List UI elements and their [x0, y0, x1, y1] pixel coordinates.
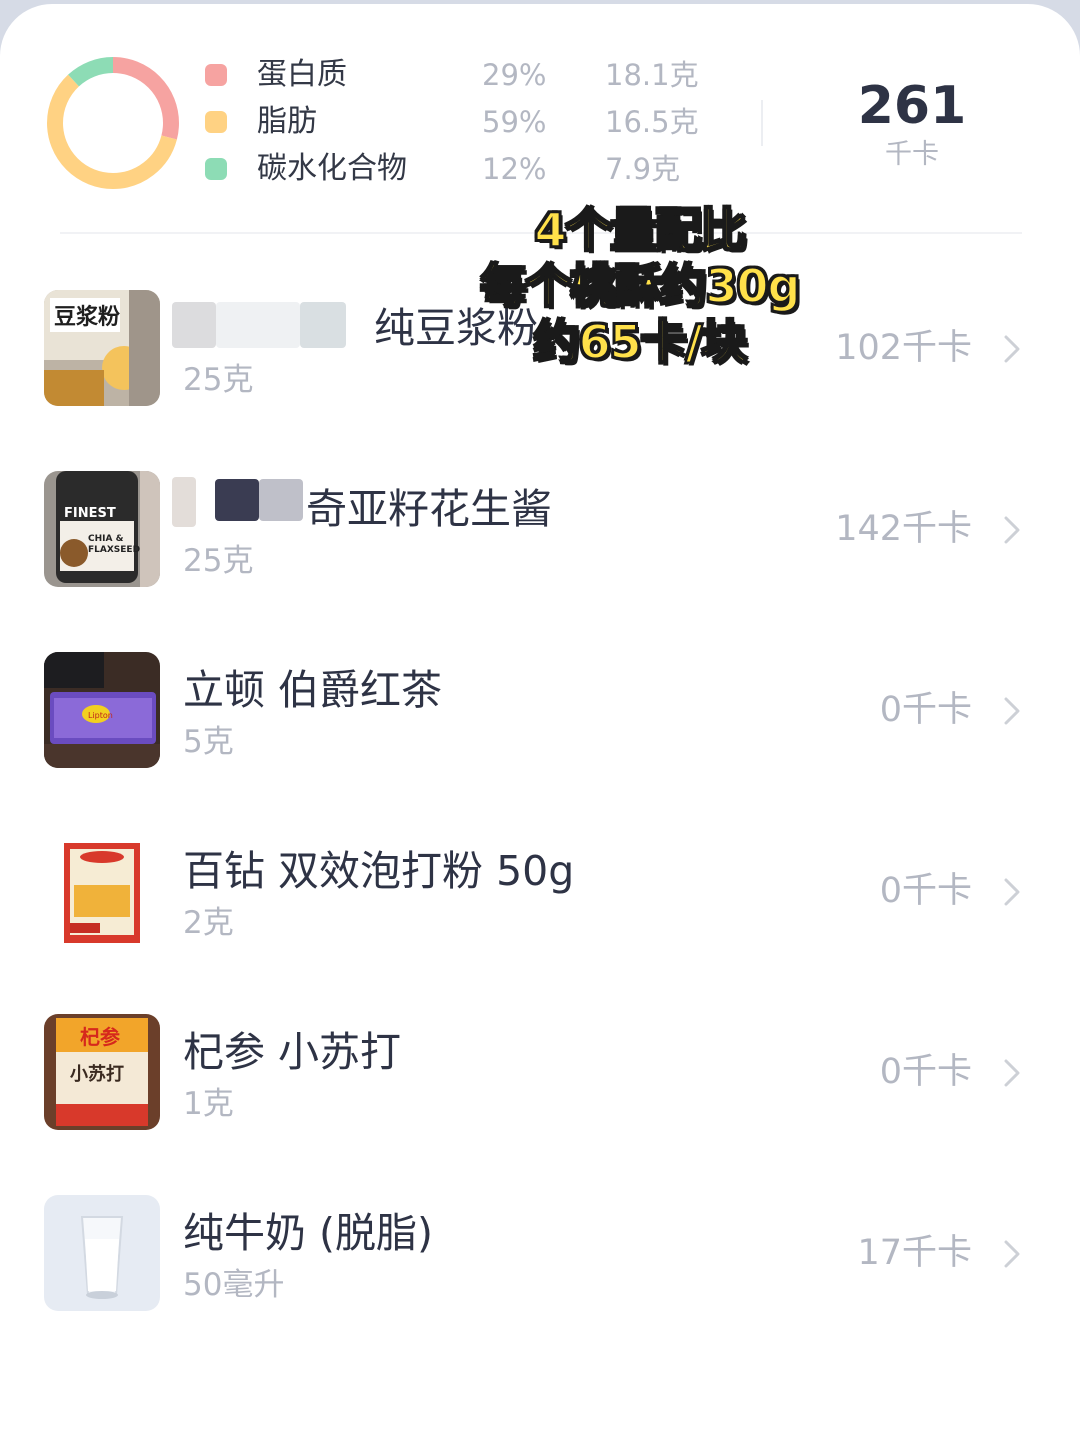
macro-grams: 16.5克	[605, 105, 699, 139]
svg-text:FINEST: FINEST	[64, 506, 116, 521]
food-amount: 50毫升	[183, 1267, 285, 1303]
food-calories: 17千卡	[857, 1233, 972, 1273]
food-item-baking-powder[interactable]: 百钻 双效泡打粉 50g 2克 0千卡	[0, 833, 1080, 1013]
chevron-right-icon	[1004, 697, 1020, 725]
macro-row-carbs: 碳水化合物 12% 7.9克	[205, 150, 705, 190]
caption-line: 每个桃酥约30g	[480, 258, 802, 314]
summary-divider	[761, 100, 763, 146]
macro-donut-chart	[47, 57, 179, 189]
food-amount: 25克	[183, 362, 254, 398]
macro-row-protein: 蛋白质 29% 18.1克	[205, 56, 705, 96]
food-amount: 1克	[183, 1086, 234, 1122]
svg-text:杞参: 杞参	[80, 1025, 120, 1049]
food-item-baking-soda[interactable]: 杞参 小苏打 杞参 小苏打 1克 0千卡	[0, 1014, 1080, 1194]
macro-name: 蛋白质	[257, 57, 347, 92]
food-amount: 5克	[183, 724, 234, 760]
macro-name: 脂肪	[257, 104, 317, 139]
baking-powder-packet-photo-icon	[44, 833, 160, 949]
macro-percent: 12%	[482, 152, 547, 186]
macro-percent: 29%	[482, 58, 547, 92]
baking-soda-packet-photo-icon: 杞参 小苏打	[44, 1014, 160, 1130]
macro-grams: 7.9克	[605, 152, 681, 186]
food-calories: 102千卡	[835, 328, 972, 368]
blurred-brand	[172, 302, 216, 348]
chevron-right-icon	[1004, 1059, 1020, 1087]
total-calories-value: 261	[857, 76, 967, 136]
food-calories: 0千卡	[879, 871, 972, 911]
milk-glass-photo-icon	[44, 1195, 160, 1311]
food-calories: 0千卡	[879, 690, 972, 730]
blurred-brand	[300, 302, 346, 348]
macro-name: 碳水化合物	[257, 151, 407, 186]
blurred-brand	[216, 302, 300, 348]
chevron-right-icon	[1004, 1240, 1020, 1268]
food-name: 奇亚籽花生酱	[306, 485, 552, 533]
chevron-right-icon	[1004, 516, 1020, 544]
blurred-brand	[172, 477, 196, 527]
food-amount: 25克	[183, 543, 254, 579]
food-item-skim-milk[interactable]: 纯牛奶 (脱脂) 50毫升 17千卡	[0, 1195, 1080, 1375]
chevron-right-icon	[1004, 878, 1020, 906]
food-name: 立顿 伯爵红茶	[183, 666, 443, 714]
svg-text:FLAXSEED: FLAXSEED	[88, 545, 140, 555]
carbs-color-dot	[205, 158, 227, 180]
chevron-right-icon	[1004, 335, 1020, 363]
macro-row-fat: 脂肪 59% 16.5克	[205, 103, 705, 143]
blurred-brand	[259, 479, 303, 521]
food-calories: 142千卡	[835, 509, 972, 549]
total-calories-unit: 千卡	[885, 139, 939, 170]
food-item-peanut-butter[interactable]: FINEST CHIA & FLAXSEED 奇亚籽花生酱 25克 142千卡	[0, 471, 1080, 651]
fat-color-dot	[205, 111, 227, 133]
food-name: 纯牛奶 (脱脂)	[183, 1209, 434, 1257]
caption-line: 4个量配比	[533, 202, 747, 258]
blurred-brand	[215, 479, 259, 521]
soy-milk-powder-photo-icon: 豆浆粉	[44, 290, 160, 406]
food-name: 百钻 双效泡打粉 50g	[183, 847, 575, 895]
overlay-caption: 4个量配比 每个桃酥约30g 约65卡/块	[440, 202, 840, 370]
meal-detail-card: 蛋白质 29% 18.1克 脂肪 59% 16.5克 碳水化合物 12% 7.9…	[0, 4, 1080, 1433]
macro-grams: 18.1克	[605, 58, 699, 92]
caption-line: 约65卡/块	[533, 314, 749, 370]
protein-color-dot	[205, 64, 227, 86]
macro-percent: 59%	[482, 105, 547, 139]
food-name: 杞参 小苏打	[183, 1028, 402, 1076]
food-item-earl-grey-tea[interactable]: Lipton 立顿 伯爵红茶 5克 0千卡	[0, 652, 1080, 832]
svg-text:CHIA &: CHIA &	[88, 534, 124, 544]
svg-text:豆浆粉: 豆浆粉	[54, 304, 120, 330]
tea-box-photo-icon: Lipton	[44, 652, 160, 768]
svg-text:Lipton: Lipton	[88, 711, 113, 720]
svg-text:小苏打: 小苏打	[70, 1063, 124, 1085]
food-amount: 2克	[183, 905, 234, 941]
peanut-butter-jar-photo-icon: FINEST CHIA & FLAXSEED	[44, 471, 160, 587]
food-calories: 0千卡	[879, 1052, 972, 1092]
